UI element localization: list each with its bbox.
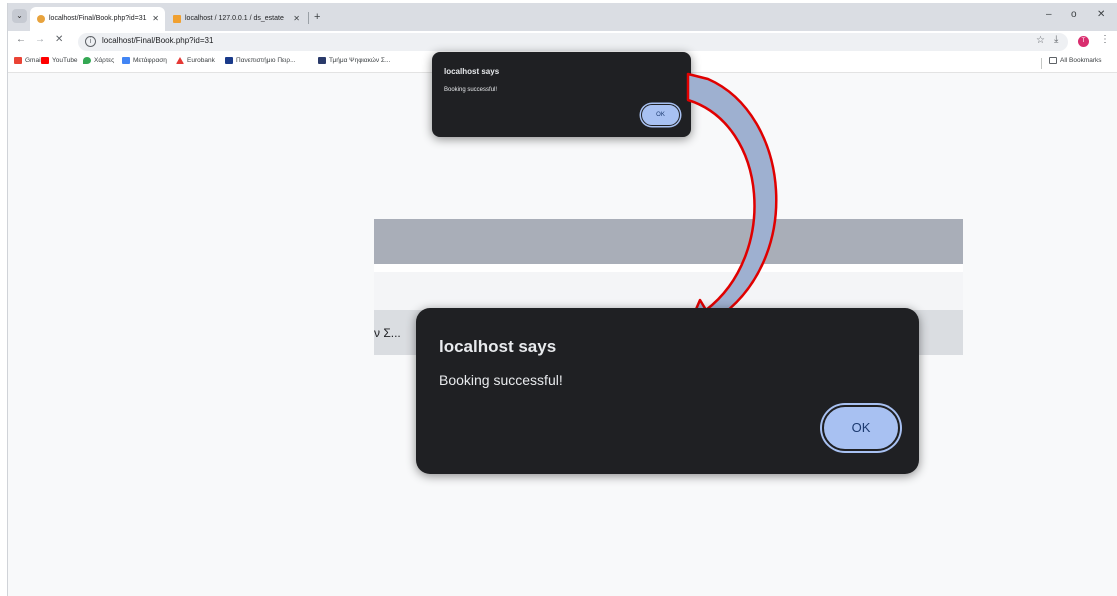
- bookmark-label: Gmail: [25, 57, 42, 65]
- translate-icon: [122, 57, 130, 64]
- ok-button[interactable]: OK: [822, 405, 900, 451]
- alert-title: localhost says: [439, 337, 557, 356]
- alert-dialog-small: localhost says Booking successful! OK: [432, 52, 691, 137]
- close-window-button[interactable]: ✕: [1097, 9, 1105, 20]
- minimize-button[interactable]: –: [1046, 9, 1052, 20]
- bookmark-maps[interactable]: Χάρτες: [83, 57, 114, 64]
- forward-icon[interactable]: →: [35, 34, 45, 45]
- tab-separator: [308, 12, 309, 24]
- new-tab-button[interactable]: +: [314, 7, 320, 27]
- downloads-icon[interactable]: ⤓: [1054, 34, 1058, 45]
- bookmark-star-icon[interactable]: ☆: [1036, 35, 1045, 46]
- bookmarks-separator: [1041, 58, 1042, 69]
- tab-close-icon[interactable]: ✕: [293, 7, 300, 31]
- eurobank-icon: [176, 57, 184, 64]
- site-info-icon[interactable]: i: [85, 36, 96, 47]
- alert-title: localhost says: [444, 67, 500, 76]
- alert-message: Booking successful!: [444, 87, 498, 93]
- address-bar[interactable]: i localhost/Final/Book.php?id=31 ☆: [78, 33, 1068, 51]
- folder-icon: [1049, 57, 1057, 64]
- back-icon[interactable]: ←: [16, 34, 26, 45]
- tab-favicon-icon: [173, 15, 181, 23]
- tab-title: localhost/Final/Book.php?id=31: [49, 15, 147, 22]
- page-divider: [374, 264, 963, 272]
- gmail-icon: [14, 57, 22, 64]
- tab-search-chevron-icon[interactable]: ⌄: [12, 9, 27, 23]
- truncated-text: ν Σ...: [374, 326, 401, 340]
- toolbar: ← → ✕ i localhost/Final/Book.php?id=31 ☆…: [8, 31, 1117, 53]
- alert-message: Booking successful!: [439, 372, 563, 388]
- bookmark-label: Eurobank: [187, 57, 215, 65]
- tab-book-page[interactable]: localhost/Final/Book.php?id=31 ✕: [30, 7, 165, 31]
- tab-favicon-icon: [37, 15, 45, 23]
- department-icon: [318, 57, 326, 64]
- youtube-icon: [41, 57, 49, 64]
- stop-loading-icon[interactable]: ✕: [55, 34, 63, 45]
- bookmark-gmail[interactable]: Gmail: [14, 57, 42, 64]
- bookmark-youtube[interactable]: YouTube: [41, 57, 78, 64]
- alert-dialog-zoomed: localhost says Booking successful! OK: [416, 308, 919, 474]
- university-icon: [225, 57, 233, 64]
- bookmark-label: YouTube: [52, 57, 78, 65]
- ok-button[interactable]: OK: [641, 104, 680, 126]
- bookmark-label: Μετάφραση: [133, 57, 167, 65]
- page-row: [374, 272, 963, 310]
- maps-pin-icon: [83, 57, 91, 64]
- tab-close-icon[interactable]: ✕: [152, 7, 159, 31]
- tab-phpmyadmin[interactable]: localhost / 127.0.0.1 / ds_estate ✕: [166, 7, 306, 31]
- bookmark-eurobank[interactable]: Eurobank: [176, 57, 215, 64]
- all-bookmarks[interactable]: All Bookmarks: [1049, 57, 1102, 64]
- page-header-band: [374, 219, 963, 264]
- all-bookmarks-label: All Bookmarks: [1060, 57, 1102, 65]
- url-text[interactable]: localhost/Final/Book.php?id=31: [102, 36, 213, 45]
- bookmark-label: Πανεπιστήμιο Πειρ...: [236, 57, 296, 65]
- bookmark-department[interactable]: Τμήμα Ψηφιακών Σ...: [318, 57, 390, 64]
- bookmark-translate[interactable]: Μετάφραση: [122, 57, 167, 64]
- tab-title: localhost / 127.0.0.1 / ds_estate: [185, 15, 284, 22]
- restore-button[interactable]: o: [1071, 9, 1077, 20]
- tab-strip: ⌄ localhost/Final/Book.php?id=31 ✕ local…: [8, 3, 1117, 31]
- profile-avatar[interactable]: T: [1078, 36, 1089, 47]
- bookmark-label: Χάρτες: [94, 57, 115, 65]
- bookmark-university[interactable]: Πανεπιστήμιο Πειρ...: [225, 57, 295, 64]
- menu-icon[interactable]: ⋮: [1100, 34, 1110, 45]
- bookmark-label: Τμήμα Ψηφιακών Σ...: [329, 57, 391, 65]
